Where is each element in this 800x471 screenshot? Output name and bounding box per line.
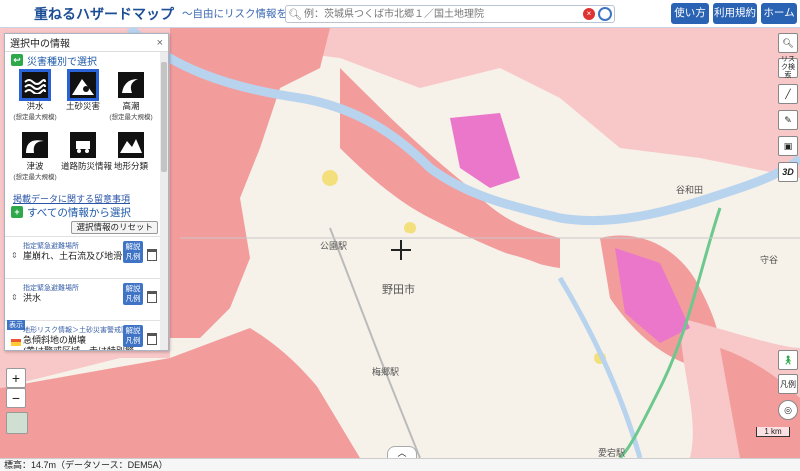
terrain-icon (116, 130, 146, 160)
draw-line-icon[interactable]: ╱ (778, 84, 798, 104)
tsunami-icon (20, 130, 50, 160)
legend-button[interactable]: 解説 凡例 (123, 283, 143, 305)
app-header: 重ねるハザードマップ ～自由にリスク情報を調べる～ 🔍︎ × 使い方 利用規約 … (0, 0, 800, 28)
address-search: 🔍︎ × (285, 5, 615, 23)
pencil-icon[interactable]: ✎ (778, 110, 798, 130)
map-label: 守谷 (760, 255, 779, 265)
status-bar: 標高：14.7m（データソース：DEM5A） (0, 458, 800, 471)
map-label: 野田市 (382, 284, 415, 296)
search-input[interactable] (304, 6, 583, 22)
home-button[interactable]: ホーム (761, 3, 797, 24)
trash-icon[interactable] (147, 333, 157, 345)
layer-item: ⇕ 指定緊急避難場所 洪水 解説 凡例 (5, 278, 160, 320)
data-notice-link[interactable]: 掲載データに関する留意事項 (5, 192, 168, 204)
all-info-section-header[interactable]: + すべての情報から選択 (5, 204, 168, 220)
scale-bar: 1 km (756, 427, 790, 437)
basemap-thumbnail[interactable] (6, 412, 28, 434)
flood-icon (20, 70, 50, 100)
terms-button[interactable]: 利用規約 (713, 3, 757, 24)
legend-toggle-button[interactable]: 凡例 (778, 374, 798, 394)
close-icon[interactable]: × (157, 37, 163, 49)
trash-icon[interactable] (147, 291, 157, 303)
gps-search-icon[interactable] (598, 7, 612, 21)
reset-selection-button[interactable]: 選択情報のリセット (71, 221, 158, 234)
trash-icon[interactable] (147, 249, 157, 261)
hazard-landslide[interactable]: 土砂災害 (61, 70, 105, 111)
storm-surge-icon (116, 70, 146, 100)
panel-title: 選択中の情報 (10, 39, 70, 50)
map-label: 愛宕駅 (598, 448, 626, 458)
hazard-section-header[interactable]: ↩ 災害種別で選択 (5, 52, 168, 68)
legend-flag-icon (11, 339, 21, 346)
hazard-storm-surge[interactable]: 高潮 (想定最大規模) (109, 70, 153, 121)
hazard-flood[interactable]: 洪水 (想定最大規模) (13, 70, 57, 121)
map-label: 谷和田 (676, 185, 704, 195)
hazard-road[interactable]: 道路防災情報 (61, 130, 112, 171)
panel-header: 選択中の情報 × (5, 34, 168, 52)
legend-button[interactable]: 解説 凡例 (123, 325, 143, 347)
location-icon[interactable]: ◎ (778, 400, 798, 420)
layer-item: 表示 地形リスク情報＞土砂災害警戒区域 急傾斜地の崩壊 (黄は警戒区域、赤は特別… (5, 320, 160, 350)
howto-button[interactable]: 使い方 (671, 3, 709, 24)
road-icon (68, 130, 98, 160)
clear-search-icon[interactable]: × (583, 8, 595, 20)
map-label: 公園駅 (320, 241, 348, 251)
pedestrian-icon[interactable]: 🚶︎ (778, 350, 798, 370)
landslide-icon (68, 70, 98, 100)
toolbox-icon[interactable]: ▣ (778, 136, 798, 156)
selected-info-panel: 選択中の情報 × ↩ 災害種別で選択 洪水 (想定最大規模) 土砂災害 高潮 (… (4, 33, 169, 351)
select-icon: ↩ (11, 54, 23, 66)
risk-search-button[interactable]: リスク検索 (778, 56, 798, 79)
hazard-terrain[interactable]: 地形分類 (109, 130, 153, 171)
expand-panel-icon[interactable]: ︿ (387, 446, 417, 458)
hazard-tsunami[interactable]: 津波 (想定最大規模) (13, 130, 57, 181)
drag-handle-icon[interactable]: ⇕ (11, 293, 18, 302)
legend-button[interactable]: 解説 凡例 (123, 241, 143, 263)
layer-item: ⇕ 指定緊急避難場所 崖崩れ、土石流及び地滑り 解説 凡例 (5, 236, 160, 278)
hazard-type-grid: 洪水 (想定最大規模) 土砂災害 高潮 (想定最大規模) 津波 (想定最大規模)… (5, 68, 168, 192)
app-title[interactable]: 重ねるハザードマップ (34, 4, 174, 24)
map-center-crosshair (391, 240, 411, 260)
layers-search-icon[interactable]: 🔍︎ (778, 33, 798, 53)
drag-handle-icon[interactable]: ⇕ (11, 251, 18, 260)
map-label: 梅郷駅 (372, 367, 400, 377)
zoom-out-button[interactable]: − (6, 388, 26, 408)
view-3d-button[interactable]: 3D (778, 162, 798, 182)
search-icon: 🔍︎ (288, 8, 302, 21)
zoom-in-button[interactable]: + (6, 368, 26, 388)
plus-icon: + (11, 206, 23, 218)
